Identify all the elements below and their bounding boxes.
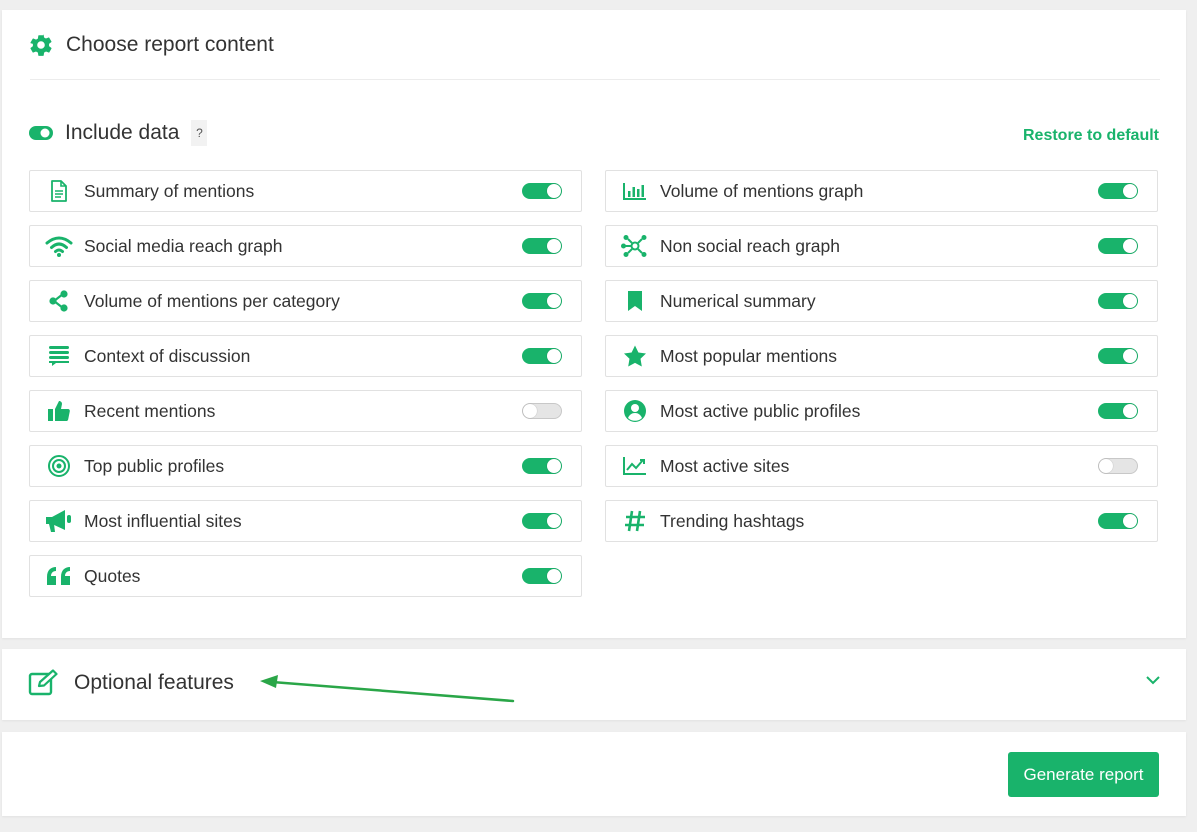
optional-features-card[interactable]: Optional features — [2, 649, 1186, 720]
target-icon — [44, 454, 74, 478]
option-row: Non social reach graph — [605, 225, 1158, 267]
option-toggle[interactable] — [1098, 348, 1138, 364]
user-circle-icon — [620, 399, 650, 423]
toggle-knob — [1123, 404, 1137, 418]
toggle-knob — [547, 349, 561, 363]
option-label: Summary of mentions — [84, 180, 255, 201]
option-toggle[interactable] — [522, 293, 562, 309]
option-row: Most popular mentions — [605, 335, 1158, 377]
chevron-down-icon[interactable] — [1146, 675, 1160, 685]
include-data-header: Include data ? — [29, 120, 208, 146]
option-label: Trending hashtags — [660, 510, 805, 531]
option-toggle[interactable] — [522, 568, 562, 584]
divider — [30, 79, 1160, 80]
toggle-knob — [1123, 184, 1137, 198]
bookmark-icon — [620, 289, 650, 313]
list-icon — [44, 344, 74, 368]
generate-card: Generate report — [2, 732, 1186, 816]
option-toggle[interactable] — [1098, 403, 1138, 419]
share-icon — [44, 289, 74, 313]
option-toggle[interactable] — [522, 403, 562, 419]
generate-report-button[interactable]: Generate report — [1008, 752, 1159, 797]
option-label: Context of discussion — [84, 345, 251, 366]
toggle-knob — [1123, 294, 1137, 308]
toggle-knob — [547, 239, 561, 253]
option-toggle[interactable] — [1098, 238, 1138, 254]
option-toggle[interactable] — [1098, 458, 1138, 474]
toggle-knob — [547, 294, 561, 308]
thumbs-up-icon — [44, 399, 74, 423]
line-chart-icon — [620, 454, 650, 478]
option-toggle[interactable] — [522, 348, 562, 364]
option-toggle[interactable] — [522, 183, 562, 199]
option-toggle[interactable] — [1098, 183, 1138, 199]
option-row: Volume of mentions graph — [605, 170, 1158, 212]
document-icon — [44, 179, 74, 203]
toggle-knob — [547, 184, 561, 198]
restore-default-link[interactable]: Restore to default — [1023, 127, 1159, 145]
option-row: Volume of mentions per category — [29, 280, 582, 322]
toggle-knob — [1123, 514, 1137, 528]
option-label: Most active sites — [660, 455, 790, 476]
option-row: Numerical summary — [605, 280, 1158, 322]
option-row: Quotes — [29, 555, 582, 597]
option-row: Top public profiles — [29, 445, 582, 487]
megaphone-icon — [44, 509, 74, 533]
option-row: Recent mentions — [29, 390, 582, 432]
option-label: Most active public profiles — [660, 400, 861, 421]
optional-features-title: Optional features — [74, 671, 234, 694]
option-row: Trending hashtags — [605, 500, 1158, 542]
option-row: Most influential sites — [29, 500, 582, 542]
option-toggle[interactable] — [522, 238, 562, 254]
wifi-icon — [44, 234, 74, 258]
option-label: Social media reach graph — [84, 235, 283, 256]
toggle-knob — [547, 459, 561, 473]
toggle-knob — [1099, 459, 1113, 473]
option-label: Non social reach graph — [660, 235, 840, 256]
option-toggle[interactable] — [1098, 293, 1138, 309]
report-content-card: Choose report content Include data ? Res… — [2, 10, 1186, 638]
card-title: Choose report content — [66, 33, 274, 56]
option-row: Summary of mentions — [29, 170, 582, 212]
star-icon — [620, 344, 650, 368]
toggle-knob — [1123, 349, 1137, 363]
option-label: Quotes — [84, 565, 141, 586]
option-label: Volume of mentions per category — [84, 290, 340, 311]
quote-icon — [44, 564, 74, 588]
toggle-knob — [547, 514, 561, 528]
toggle-knob — [523, 404, 537, 418]
option-toggle[interactable] — [522, 458, 562, 474]
option-toggle[interactable] — [522, 513, 562, 529]
help-button[interactable]: ? — [191, 120, 208, 146]
option-row: Social media reach graph — [29, 225, 582, 267]
optional-features-header[interactable]: Optional features — [28, 669, 234, 697]
option-label: Most popular mentions — [660, 345, 838, 366]
gear-icon — [30, 34, 52, 56]
option-label: Numerical summary — [660, 290, 816, 311]
option-label: Recent mentions — [84, 400, 216, 421]
option-toggle[interactable] — [1098, 513, 1138, 529]
option-row: Context of discussion — [29, 335, 582, 377]
option-row: Most active sites — [605, 445, 1158, 487]
hashtag-icon — [620, 509, 650, 533]
toggle-knob — [1123, 239, 1137, 253]
toggle-icon — [29, 126, 53, 140]
card-header: Choose report content — [28, 32, 274, 58]
option-label: Volume of mentions graph — [660, 180, 864, 201]
edit-icon — [28, 669, 58, 696]
toggle-knob — [547, 569, 561, 583]
annotation-arrow — [260, 675, 515, 703]
option-label: Top public profiles — [84, 455, 225, 476]
option-label: Most influential sites — [84, 510, 242, 531]
bar-chart-icon — [620, 179, 650, 203]
include-data-title: Include data — [65, 121, 180, 144]
option-row: Most active public profiles — [605, 390, 1158, 432]
network-icon — [620, 234, 650, 258]
